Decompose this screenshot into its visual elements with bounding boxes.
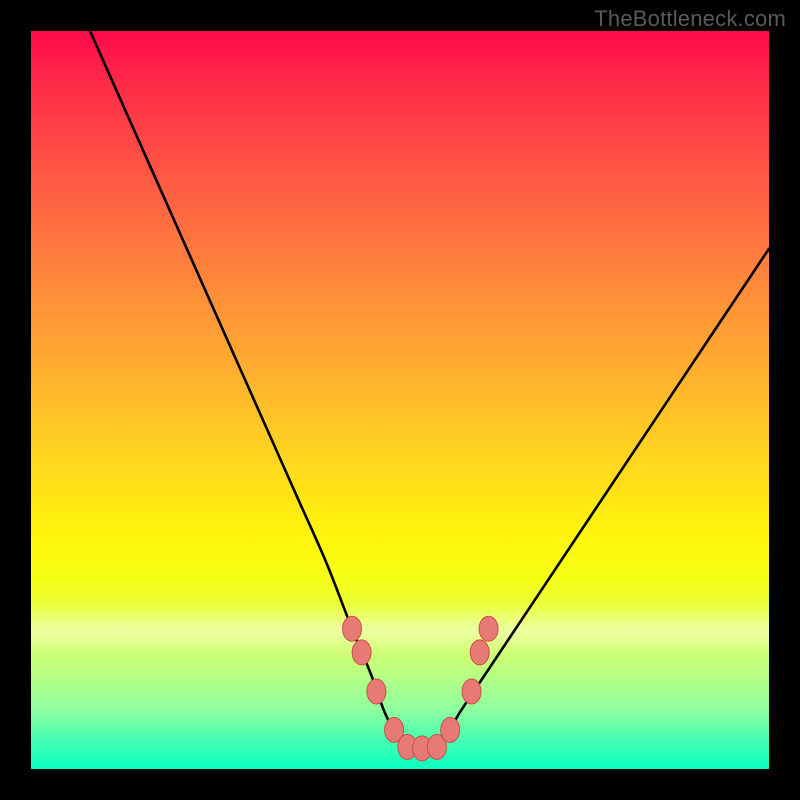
marker-group [343,616,499,761]
chart-frame: TheBottleneck.com [0,0,800,800]
curve-marker [367,679,386,704]
curve-marker [343,616,362,641]
curve-marker [470,640,489,665]
curve-marker [441,717,460,742]
curve-line [90,31,769,749]
chart-svg [31,31,769,769]
watermark-text: TheBottleneck.com [594,6,786,32]
curve-marker [462,679,481,704]
plot-area [31,31,769,769]
curve-marker [352,640,371,665]
curve-marker [479,616,498,641]
